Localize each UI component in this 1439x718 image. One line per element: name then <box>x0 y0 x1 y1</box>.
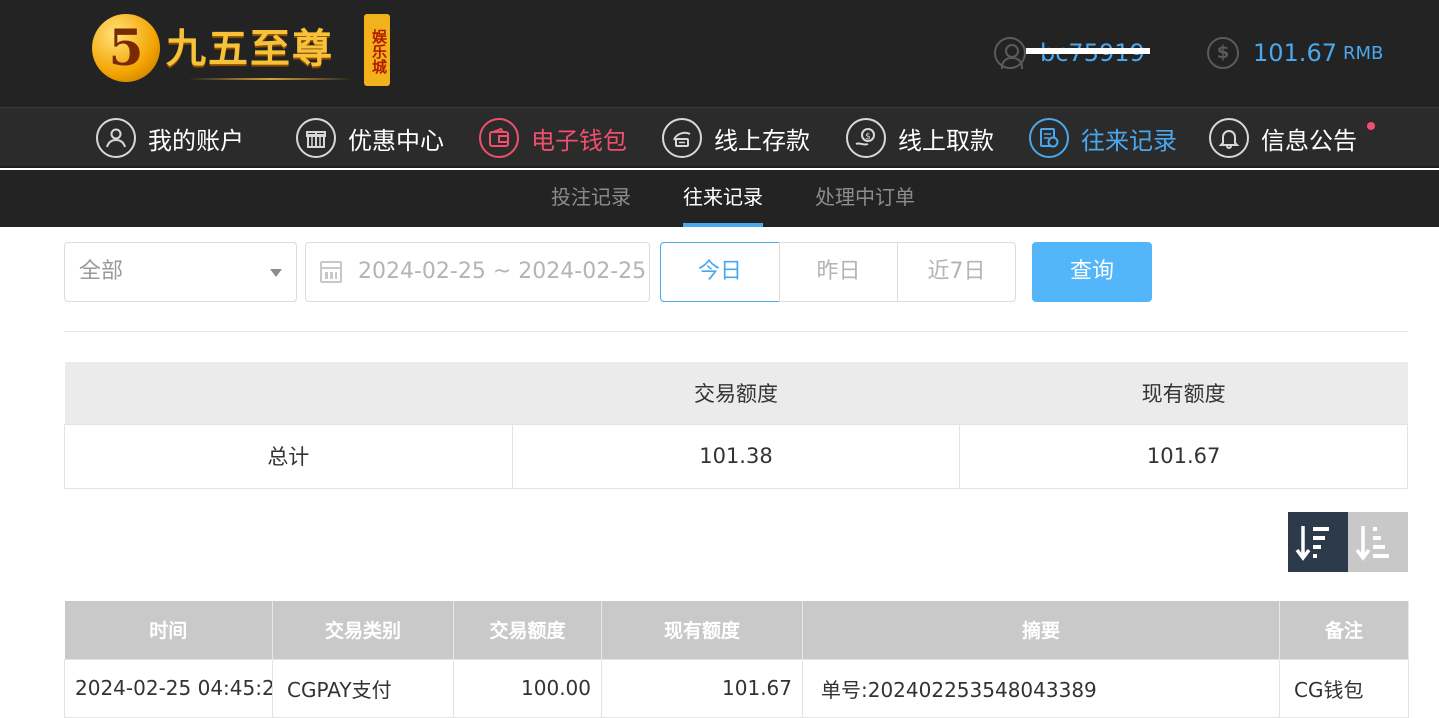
nav-label: 优惠中心 <box>348 126 444 155</box>
balance-amount: 101.67 <box>1253 39 1337 67</box>
today-button[interactable]: 今日 <box>660 242 780 302</box>
date-range-input[interactable]: 2024-02-25 ~ 2024-02-25 <box>305 242 650 302</box>
nav-item-deposit[interactable]: 线上存款 <box>662 118 810 158</box>
nav-label: 线上取款 <box>898 126 994 155</box>
top-header: 5 九五至尊 娱乐城 bc75919 $ 101.67 RMB <box>0 0 1439 107</box>
summary-current-amount: 101.67 <box>959 423 1408 489</box>
cell-amount: 100.00 <box>453 658 602 718</box>
nav-label: 往来记录 <box>1081 126 1177 155</box>
sort-ascending-button[interactable] <box>1348 512 1408 572</box>
withdraw-icon: $ <box>846 118 886 158</box>
sort-descending-button[interactable] <box>1288 512 1348 572</box>
dollar-icon: $ <box>1207 37 1239 69</box>
last-7-days-button[interactable]: 近7日 <box>897 242 1016 302</box>
tab-bet-records[interactable]: 投注记录 <box>551 170 631 227</box>
summary-header-amount: 交易额度 <box>512 362 960 424</box>
site-logo[interactable]: 5 九五至尊 娱乐城 <box>92 10 392 90</box>
cell-balance: 101.67 <box>601 658 803 718</box>
sort-descending-icon <box>1295 526 1329 561</box>
logo-tag: 娱乐城 <box>364 14 390 86</box>
column-header-summary[interactable]: 摘要 <box>802 601 1280 659</box>
logo-badge: 5 <box>92 14 160 82</box>
cell-type: CGPAY支付 <box>272 658 454 718</box>
balance-currency: RMB <box>1342 42 1384 64</box>
user-info[interactable]: bc75919 <box>994 36 1155 70</box>
svg-text:$: $ <box>865 132 871 142</box>
summary-header-empty <box>64 362 513 424</box>
nav-item-wallet[interactable]: 电子钱包 <box>479 118 627 158</box>
bell-icon <box>1209 118 1249 158</box>
nav-label: 线上存款 <box>714 126 810 155</box>
query-button[interactable]: 查询 <box>1032 242 1152 302</box>
column-header-remark[interactable]: 备注 <box>1279 601 1409 659</box>
records-icon <box>1029 118 1069 158</box>
gift-icon <box>296 118 336 158</box>
nav-item-account[interactable]: 我的账户 <box>96 118 244 158</box>
summary-total-row: 总计 101.38 101.67 <box>64 423 1408 489</box>
column-header-time[interactable]: 时间 <box>64 601 273 659</box>
summary-total-label: 总计 <box>64 423 513 489</box>
nav-item-records[interactable]: 往来记录 <box>1029 118 1177 158</box>
column-header-balance[interactable]: 现有额度 <box>601 601 803 659</box>
chevron-down-icon <box>270 269 282 277</box>
summary-header-row: 交易额度 现有额度 <box>64 362 1408 424</box>
nav-item-notices[interactable]: 信息公告 <box>1209 118 1375 158</box>
deposit-icon <box>662 118 702 158</box>
type-select[interactable]: 全部 <box>64 242 297 302</box>
type-select-value: 全部 <box>79 259 124 284</box>
yesterday-button[interactable]: 昨日 <box>779 242 898 302</box>
wallet-icon <box>479 118 519 158</box>
table-row[interactable]: 2024-02-25 04:45:25 CGPAY支付 100.00 101.6… <box>64 658 1409 718</box>
divider <box>64 331 1408 332</box>
sub-nav: 投注记录 往来记录 处理中订单 <box>0 170 1439 227</box>
nav-label: 电子钱包 <box>531 126 627 155</box>
tab-transaction-records[interactable]: 往来记录 <box>683 170 763 227</box>
logo-text: 九五至尊 <box>166 25 334 72</box>
tab-pending-orders[interactable]: 处理中订单 <box>815 170 915 227</box>
summary-table: 交易额度 现有额度 总计 101.38 101.67 <box>64 362 1408 489</box>
calendar-icon <box>320 261 342 283</box>
column-header-amount[interactable]: 交易额度 <box>453 601 602 659</box>
logo-ornament <box>188 74 353 84</box>
sort-ascending-icon <box>1355 526 1389 561</box>
date-range-value: 2024-02-25 ~ 2024-02-25 <box>358 259 647 284</box>
nav-item-promotions[interactable]: 优惠中心 <box>296 118 444 158</box>
column-header-type[interactable]: 交易类别 <box>272 601 454 659</box>
cell-remark: CG钱包 <box>1279 658 1409 718</box>
username: bc75919 <box>1026 38 1155 68</box>
nav-label: 我的账户 <box>148 126 244 155</box>
username-redaction <box>1026 48 1150 54</box>
notification-dot <box>1367 122 1375 130</box>
transaction-table: 时间 交易类别 交易额度 现有额度 摘要 备注 2024-02-25 04:45… <box>64 601 1409 718</box>
cell-time: 2024-02-25 04:45:25 <box>64 658 273 718</box>
user-icon <box>96 118 136 158</box>
nav-item-withdraw[interactable]: $ 线上取款 <box>846 118 994 158</box>
summary-total-amount: 101.38 <box>511 423 961 489</box>
balance-info: $ 101.67 RMB <box>1207 36 1383 70</box>
cell-summary: 单号:2024022535480433​89 <box>802 658 1280 718</box>
main-nav: 我的账户 优惠中心 电子钱包 线上存款 $ 线上取款 往来记录 信息公告 <box>0 107 1439 168</box>
nav-label: 信息公告 <box>1261 126 1357 155</box>
summary-header-balance: 现有额度 <box>959 362 1408 424</box>
table-header-row: 时间 交易类别 交易额度 现有额度 摘要 备注 <box>64 601 1409 659</box>
user-icon <box>994 37 1026 69</box>
